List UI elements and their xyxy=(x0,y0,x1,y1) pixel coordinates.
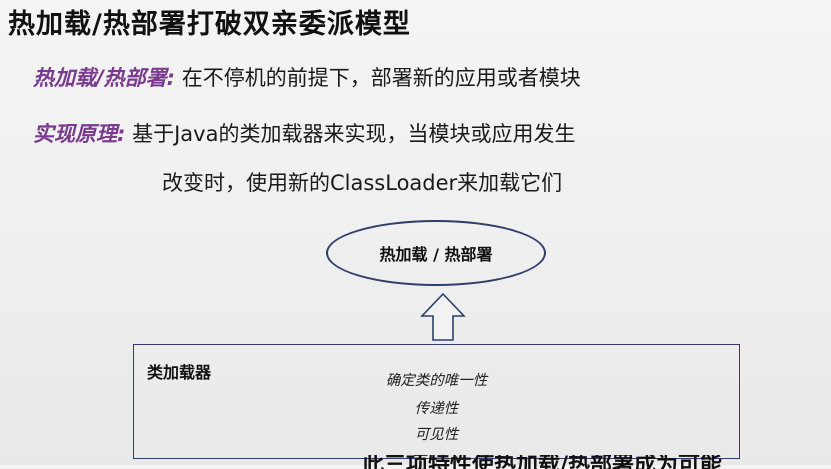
principle-line: 实现原理: 基于Java的类加载器来实现，当模块或应用发生 xyxy=(33,118,575,148)
up-arrow-icon xyxy=(420,292,466,341)
ellipse-label: 热加载 / 热部署 xyxy=(379,245,493,264)
classloader-box: 类加载器 确定类的唯一性 传递性 可见性 xyxy=(133,344,740,459)
bottom-partial-text: 此三项特性使热加载/热部署成为可能 xyxy=(362,455,723,469)
definition-label: 热加载/热部署: xyxy=(33,66,176,90)
principle-text-line2: 改变时，使用新的ClassLoader来加载它们 xyxy=(162,171,563,195)
property-transitivity: 传递性 xyxy=(414,401,459,417)
principle-text-line1: 基于Java的类加载器来实现，当模块或应用发生 xyxy=(132,122,576,146)
hot-deploy-ellipse: 热加载 / 热部署 xyxy=(326,220,546,286)
definition-text: 在不停机的前提下，部署新的应用或者模块 xyxy=(181,66,581,90)
principle-label: 实现原理: xyxy=(33,122,126,146)
definition-line: 热加载/热部署: 在不停机的前提下，部署新的应用或者模块 xyxy=(33,62,581,92)
bottom-partial-caption: 此三项特性使热加载/热部署成为可能 xyxy=(362,455,792,469)
slide: 热加载/热部署打破双亲委派模型 热加载/热部署: 在不停机的前提下，部署新的应用… xyxy=(0,0,831,469)
property-uniqueness: 确定类的唯一性 xyxy=(385,373,488,389)
property-visibility: 可见性 xyxy=(414,427,459,443)
slide-title: 热加载/热部署打破双亲委派模型 xyxy=(8,9,411,40)
